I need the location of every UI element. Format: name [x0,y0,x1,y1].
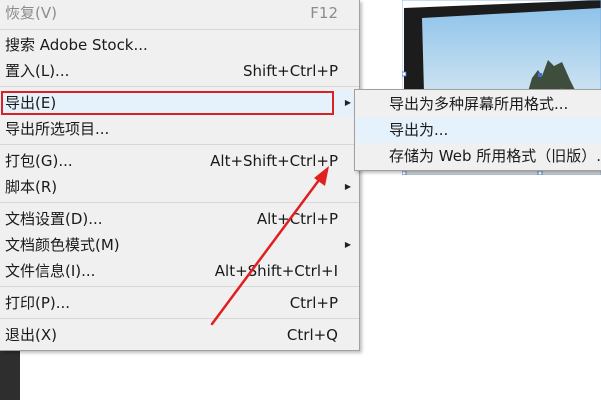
menu-item-scripts[interactable]: 脚本(R) ▶ [0,174,359,200]
menu-item-label: 导出所选项目... [5,120,110,138]
menu-item-shortcut: F12 [310,4,338,22]
menu-separator [0,286,359,287]
menu-item-package[interactable]: 打包(G)... Alt+Shift+Ctrl+P [0,148,359,174]
menu-item-label: 文档设置(D)... [5,210,103,228]
menu-item-shortcut: Alt+Shift+Ctrl+I [214,262,338,280]
menu-separator [0,144,359,145]
menu-item-label: 置入(L)... [5,62,70,80]
menu-item-shortcut: Ctrl+P [289,294,338,312]
caret-right-icon: ▶ [344,98,351,107]
menu-item-document-setup[interactable]: 文档设置(D)... Alt+Ctrl+P [0,206,359,232]
menu-item-label: 文档颜色模式(M) [5,236,120,254]
menu-item-label: 打印(P)... [5,294,71,312]
menu-item-revert[interactable]: 恢复(V) F12 [0,0,359,26]
menu-item-place[interactable]: 置入(L)... Shift+Ctrl+P [0,58,359,84]
menu-item-label: 退出(X) [5,326,57,344]
caret-right-icon: ▶ [344,182,351,191]
menu-item-search-adobe-stock[interactable]: 搜索 Adobe Stock... [0,32,359,58]
submenu-item-label: 存储为 Web 所用格式（旧版）... [389,147,601,165]
menu-item-shortcut: Alt+Ctrl+P [256,210,338,228]
caret-right-icon: ▶ [344,240,351,249]
submenu-item-label: 导出为... [389,121,449,139]
menu-item-label: 恢复(V) [5,4,57,22]
menu-item-export[interactable]: 导出(E) ▶ [0,90,359,116]
submenu-item-save-for-web-legacy[interactable]: 存储为 Web 所用格式（旧版）... [355,143,601,169]
menu-separator [0,318,359,319]
submenu-item-label: 导出为多种屏幕所用格式... [389,95,569,113]
menu-item-document-color-mode[interactable]: 文档颜色模式(M) ▶ [0,232,359,258]
submenu-item-export-as[interactable]: 导出为... [355,117,601,143]
menu-separator [0,202,359,203]
menu-item-file-info[interactable]: 文件信息(I)... Alt+Shift+Ctrl+I [0,258,359,284]
menu-item-print[interactable]: 打印(P)... Ctrl+P [0,290,359,316]
menu-item-label: 打包(G)... [5,152,73,170]
file-menu: 恢复(V) F12 搜索 Adobe Stock... 置入(L)... Shi… [0,0,360,351]
export-submenu: 导出为多种屏幕所用格式... 导出为... 存储为 Web 所用格式（旧版）..… [354,89,601,171]
menu-item-export-selection[interactable]: 导出所选项目... [0,116,359,142]
menu-item-label: 搜索 Adobe Stock... [5,36,148,54]
menu-item-exit[interactable]: 退出(X) Ctrl+Q [0,322,359,348]
menu-item-shortcut: Ctrl+Q [286,326,338,344]
menu-item-label: 文件信息(I)... [5,262,96,280]
menu-separator [0,29,359,30]
menu-item-shortcut: Shift+Ctrl+P [243,62,338,80]
menu-item-label: 导出(E) [5,94,57,112]
menu-item-shortcut: Alt+Shift+Ctrl+P [210,152,338,170]
menu-separator [0,86,359,87]
menu-item-label: 脚本(R) [5,178,58,196]
submenu-item-export-for-screens[interactable]: 导出为多种屏幕所用格式... [355,91,601,117]
